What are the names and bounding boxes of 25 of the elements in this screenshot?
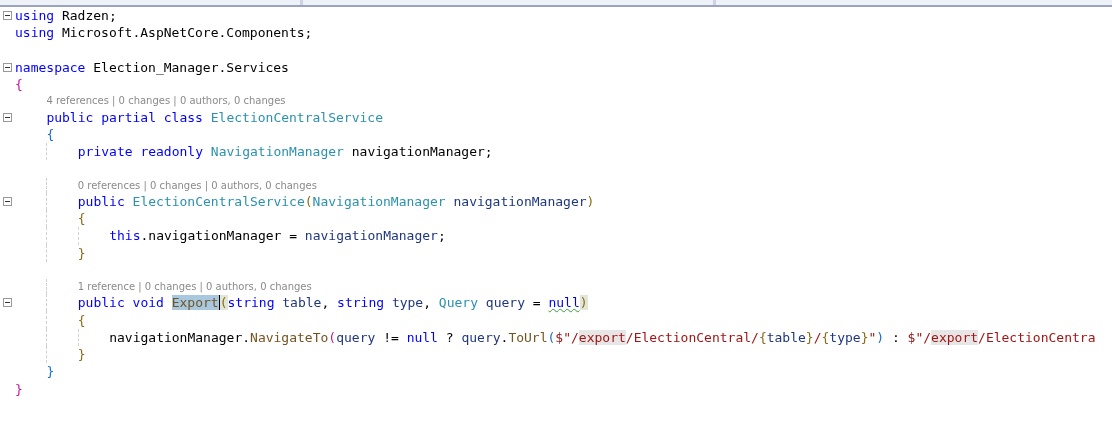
- code-line: {: [15, 77, 23, 93]
- code-line: private readonly NavigationManager navigationManager;: [77, 144, 493, 160]
- codelens-text[interactable]: 4 references | 0 changes | 0 authors, 0 changes: [46, 95, 286, 107]
- code-line: this.navigationManager = navigationManager;: [109, 228, 446, 244]
- code-line: {: [77, 312, 86, 328]
- collapse-icon[interactable]: [3, 112, 12, 122]
- code-line: {: [77, 211, 86, 227]
- code-line: {: [46, 126, 55, 142]
- code-line: }: [77, 347, 86, 363]
- code-line: }: [46, 364, 55, 380]
- code-line: public partial class ElectionCentralService: [46, 109, 383, 125]
- codelens-text[interactable]: 0 references | 0 changes | 0 authors, 0 changes: [77, 179, 317, 191]
- code-line: public ElectionCentralService(NavigationManager navigationManager): [77, 193, 595, 209]
- code-line: navigationManager.NavigateTo(query != null ? query.ToUrl($"/export/ElectionCentral/{table}/{type}") : $"/export/ElectionCentra: [109, 329, 1096, 345]
- collapse-icon[interactable]: [3, 196, 12, 206]
- code-line: namespace Election_Manager.Services: [15, 60, 289, 76]
- code-line: public void Export(string table, string type, Query query = null): [77, 295, 588, 311]
- collapse-icon[interactable]: [3, 63, 12, 73]
- collapse-icon[interactable]: [3, 11, 12, 21]
- codelens-text[interactable]: 1 reference | 0 changes | 0 authors, 0 changes: [77, 281, 312, 293]
- code-line: using Radzen;: [15, 8, 117, 24]
- code-line: }: [77, 245, 86, 261]
- code-line: using Microsoft.AspNetCore.Components;: [15, 25, 313, 41]
- code-line: }: [15, 381, 23, 397]
- collapse-icon[interactable]: [3, 298, 12, 308]
